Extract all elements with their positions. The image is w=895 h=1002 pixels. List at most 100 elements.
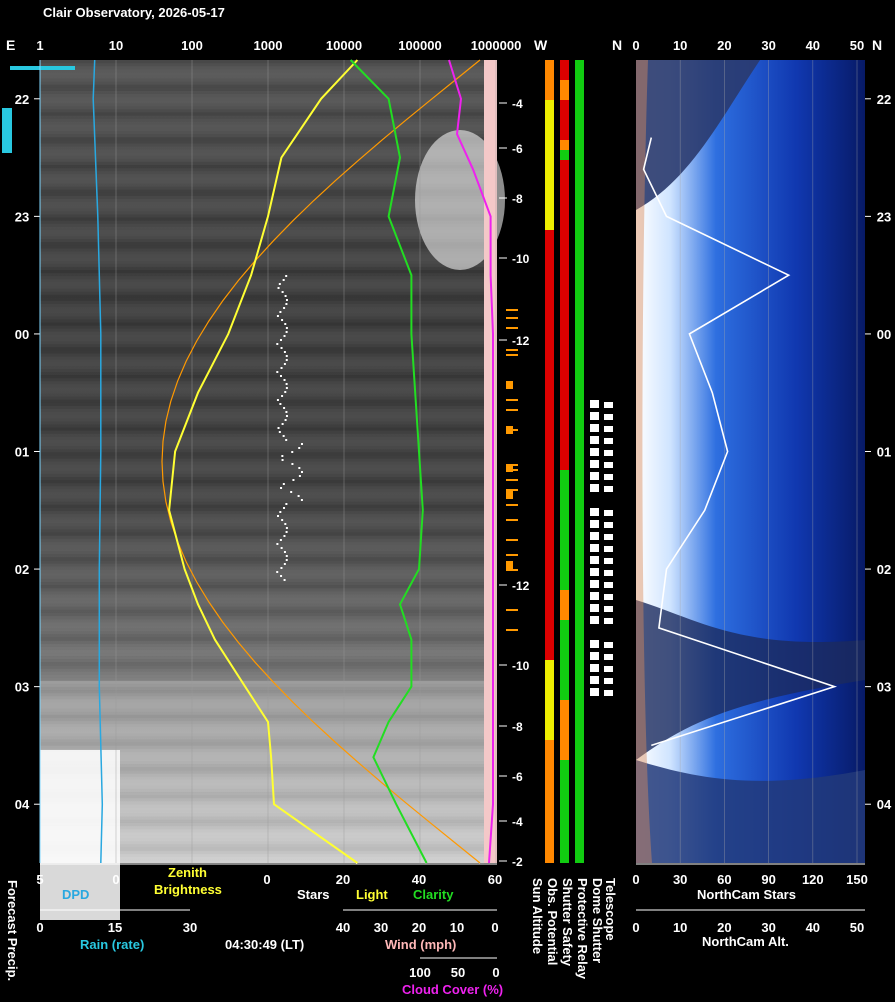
sky-band [40,60,484,64]
observatory-chart: Clair Observatory, 2026-05-17 E 1 10 100 10… [2,5,892,997]
sky-band [40,115,484,119]
star-count-mark [282,279,285,281]
sky-band [40,84,484,88]
telescope-mark [604,570,613,576]
star-count-mark [284,419,287,421]
sky-band [40,588,484,592]
star-count-mark [291,463,294,465]
sky-band [40,442,484,447]
status-labels: Sun Altitude Obs. Potential Shutter Safety… [530,878,618,980]
sky-band [40,279,484,283]
star-count-mark [285,299,288,301]
sky-band [40,498,484,502]
star-count-mark [283,335,286,337]
northcam-alt-tick: 30 [761,920,775,935]
sky-band [40,446,484,450]
telescope-mark [604,546,613,552]
telescope-mark [604,486,613,492]
sky-band [40,75,484,79]
telescope-mark [604,690,613,696]
star-count-mark [280,487,283,489]
sky-band [40,461,484,465]
star-count-mark [276,371,279,373]
telescope-mark [604,618,613,624]
sky-band [40,242,484,246]
star-count-mark [279,539,282,541]
star-count-mark [276,543,279,545]
sky-band [40,529,484,533]
sky-band [40,510,484,515]
sky-band [40,405,484,410]
sky-band [40,257,484,261]
star-count-mark [283,579,286,581]
sky-band [40,248,484,252]
sky-band [40,165,484,169]
sky-band [40,118,484,122]
sky-band [40,449,484,453]
sky-band [40,538,484,542]
sky-band [40,127,484,132]
sky-band [40,390,484,394]
sky-band [40,143,484,147]
telescope-mark [604,642,613,648]
star-count-mark [285,387,288,389]
northcam-stars-tick: 150 [846,872,868,887]
star-count-mark [285,531,288,533]
telescope-mark [590,508,599,516]
star-count-mark [285,331,288,333]
sky-band [40,473,484,478]
star-count-mark [285,411,288,413]
star-count-mark [277,515,280,517]
sky-band [40,520,484,524]
star-count-mark [278,431,281,433]
top-tick-label: 10 [109,38,123,53]
sky-band [40,137,484,141]
status-segment [560,490,569,590]
star-count-mark [283,507,286,509]
star-count-mark [285,355,288,357]
left-top-ticks: 1 10 100 1000 10000 100000 1000000 [36,38,521,53]
sky-band [40,526,484,530]
sky-band [40,575,484,579]
sky-band [40,63,484,67]
wind-tick-label: 10 [450,920,464,935]
northcam-alt-tick: 50 [850,920,864,935]
sky-band [40,402,484,407]
sky-band [40,659,484,663]
telescope-mark [590,652,599,660]
sky-band [40,325,484,329]
sky-band [40,161,484,166]
sky-band [40,103,484,107]
sky-band [40,541,484,545]
northcam-alt-tick: 10 [673,920,687,935]
precip-block [506,561,513,569]
sky-band [40,452,484,456]
status-column-label: Protective Relay [575,878,590,980]
telescope-mark [590,532,599,540]
star-count-mark [280,575,283,577]
sky-band [40,353,484,357]
sky-band [40,100,484,104]
zenith-axis-label: Zenith [168,865,207,880]
sky-band [40,112,484,116]
right-top-tick-label: 50 [850,38,864,53]
clarity-axis-label: Clarity [413,887,454,902]
right-top-tick-label: 40 [806,38,820,53]
star-count-mark [290,491,293,493]
sky-band [40,313,484,317]
star-count-mark [285,439,288,441]
sky-band [40,81,484,85]
telescope-mark [590,640,599,648]
sky-band [40,350,484,354]
sky-band [40,581,484,586]
sky-band [40,671,484,675]
sky-band [40,146,484,150]
telescope-mark [590,400,599,408]
cloud-tick-label: 100 [409,965,431,980]
sky-band [40,622,484,626]
sky-band [40,124,484,129]
star-count-mark [281,395,284,397]
sky-band [40,609,484,613]
star-count-mark [292,479,295,481]
rain-tick-label: 30 [183,920,197,935]
